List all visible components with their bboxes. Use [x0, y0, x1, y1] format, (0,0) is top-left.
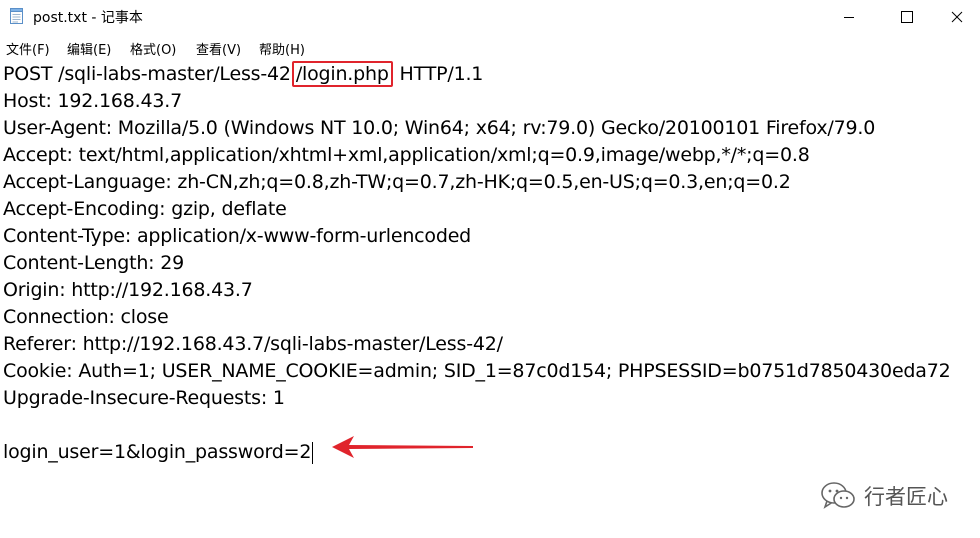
- text-cursor: [312, 441, 314, 464]
- window-title: post.txt - 记事本: [33, 10, 143, 26]
- header-line: Content-Length: 29: [3, 252, 184, 274]
- wechat-icon: [821, 482, 855, 509]
- text-editor[interactable]: POST /sqli-labs-master/Less-42/login.php…: [0, 61, 980, 538]
- header-line: Accept-Language: zh-CN,zh;q=0.8,zh-TW;q=…: [3, 171, 791, 193]
- menu-edit[interactable]: 编辑(E): [67, 39, 111, 58]
- header-line: Accept: text/html,application/xhtml+xml,…: [3, 144, 810, 166]
- header-line: Origin: http://192.168.43.7: [3, 279, 253, 301]
- header-line: Content-Type: application/x-www-form-url…: [3, 225, 472, 247]
- minimize-icon: [844, 17, 854, 18]
- watermark: 行者匠心: [820, 478, 948, 514]
- menu-view[interactable]: 查看(V): [196, 39, 241, 58]
- body-line: login_user=1&login_password=2: [3, 439, 314, 466]
- header-line: Cookie: Auth=1; USER_NAME_COOKIE=admin; …: [3, 360, 951, 382]
- menu-file[interactable]: 文件(F): [6, 39, 50, 58]
- request-line: POST /sqli-labs-master/Less-42/login.php…: [3, 61, 483, 88]
- minimize-button[interactable]: [826, 0, 872, 34]
- watermark-text: 行者匠心: [864, 485, 948, 509]
- header-line: Host: 192.168.43.7: [3, 90, 183, 112]
- header-line: Upgrade-Insecure-Requests: 1: [3, 387, 285, 409]
- header-line: User-Agent: Mozilla/5.0 (Windows NT 10.0…: [3, 117, 876, 139]
- title-bar: post.txt - 记事本: [0, 0, 980, 34]
- menu-format[interactable]: 格式(O): [130, 39, 176, 58]
- red-arrow-annotation: [332, 436, 473, 458]
- close-button[interactable]: [934, 0, 980, 34]
- request-line-after: HTTP/1.1: [393, 63, 484, 85]
- header-line: Connection: close: [3, 306, 169, 328]
- request-body: login_user=1&login_password=2: [3, 441, 312, 463]
- close-icon: [951, 11, 963, 23]
- header-line: Referer: http://192.168.43.7/sqli-labs-m…: [3, 333, 503, 355]
- maximize-icon: [901, 11, 913, 23]
- notepad-icon: [10, 8, 23, 24]
- header-line: Accept-Encoding: gzip, deflate: [3, 198, 287, 220]
- menu-bar: 文件(F) 编辑(E) 格式(O) 查看(V) 帮助(H): [0, 37, 980, 59]
- highlighted-path: /login.php: [291, 61, 393, 87]
- menu-help[interactable]: 帮助(H): [259, 39, 305, 58]
- request-line-before: POST /sqli-labs-master/Less-42: [3, 63, 291, 85]
- maximize-button[interactable]: [884, 0, 930, 34]
